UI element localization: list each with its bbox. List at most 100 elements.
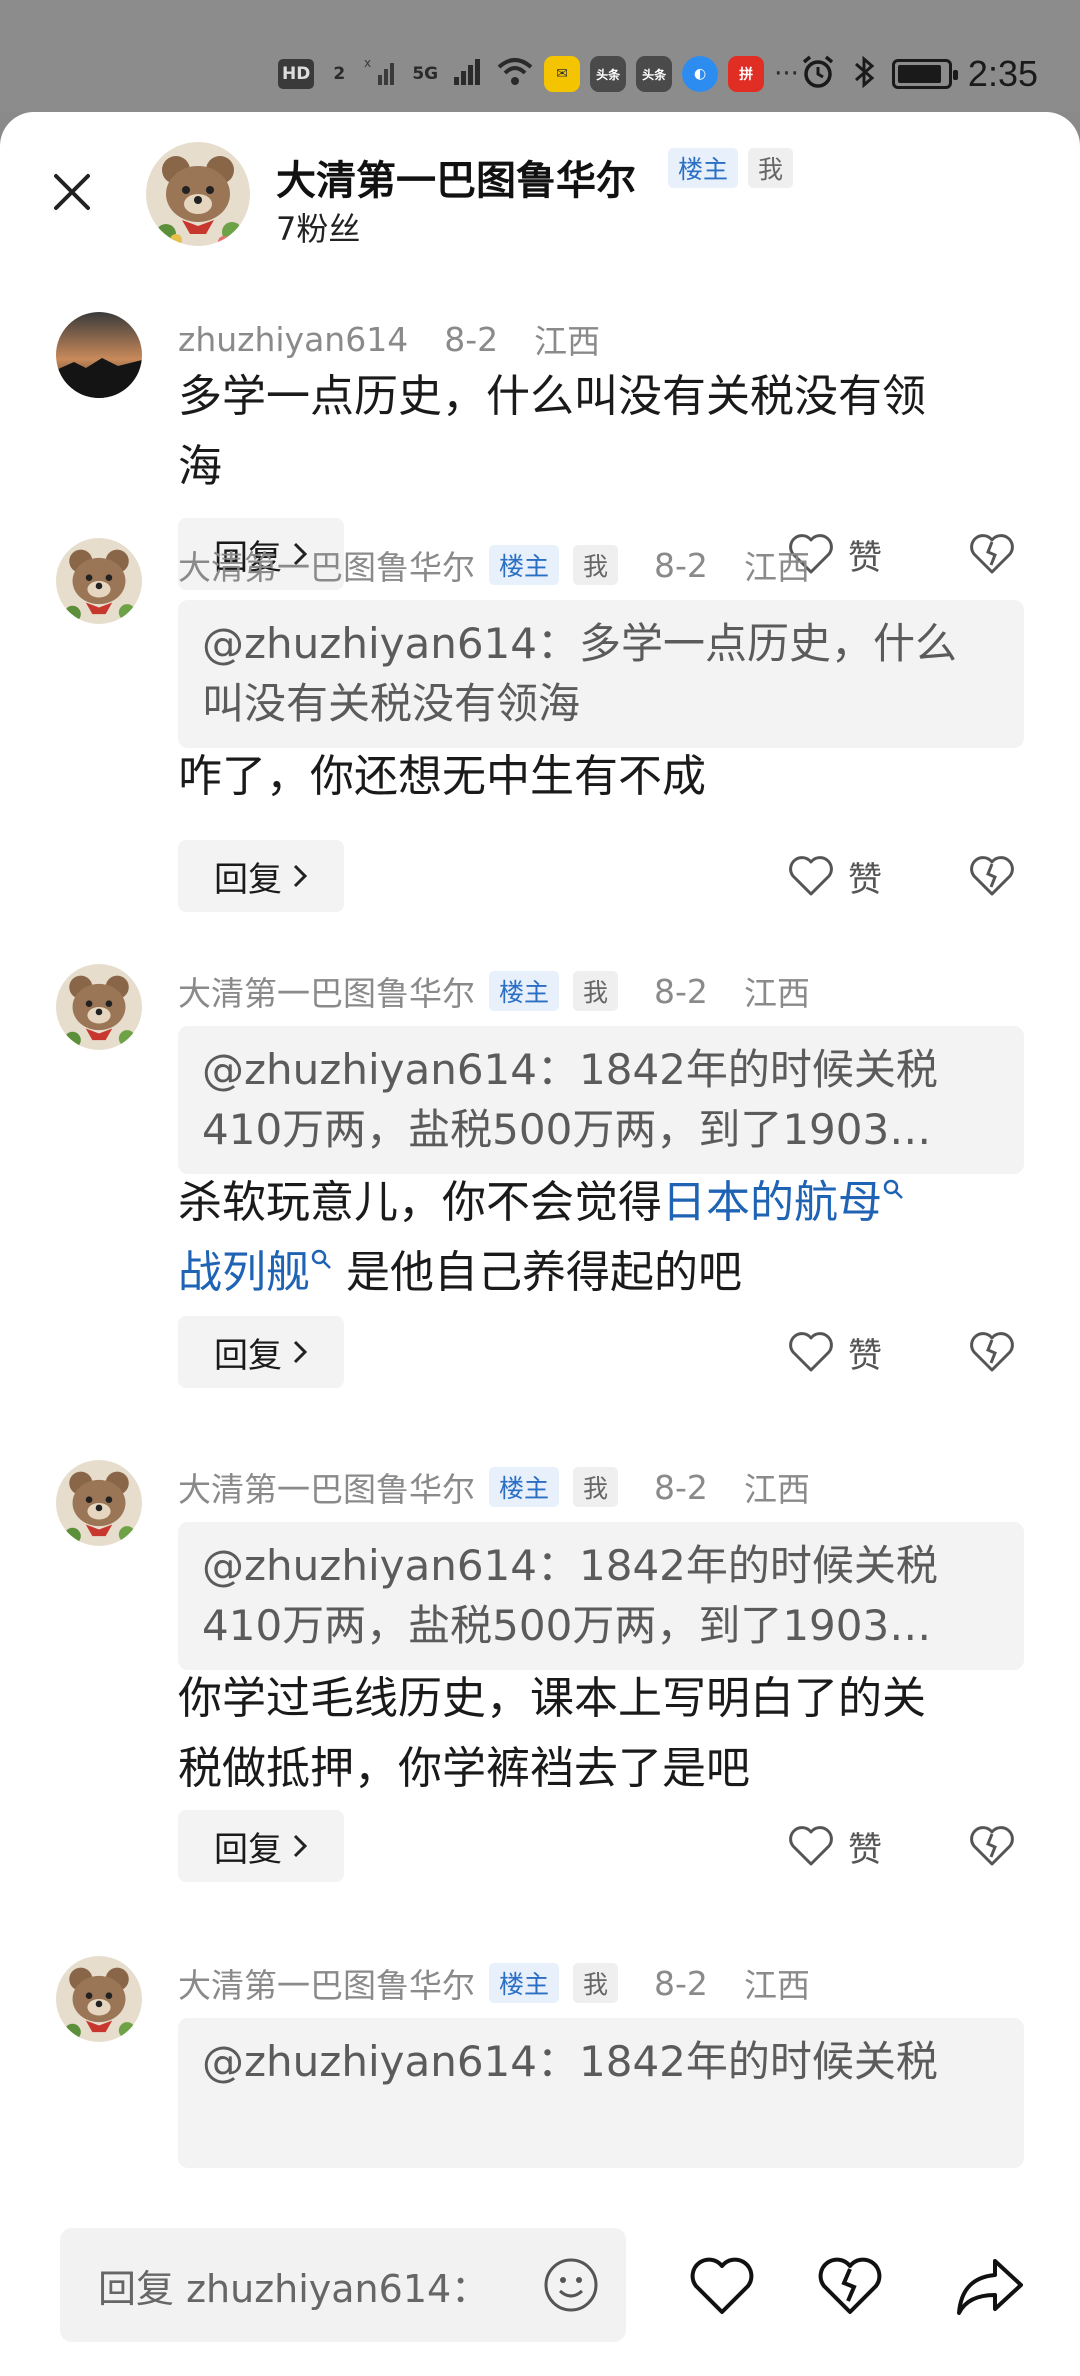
quote-line: 410万两，盐税500万两，到了1903… [202, 1105, 932, 1154]
commenter-avatar[interactable] [56, 312, 142, 398]
signal-x-icon: x [364, 55, 398, 93]
comment-location: 江西 [534, 322, 601, 361]
comment-meta: 大清第一巴图鲁华尔 楼主 我 8-2 江西 [178, 1960, 810, 2006]
clock: 2:35 [967, 53, 1038, 94]
emoji-icon [544, 2258, 598, 2312]
like-button[interactable]: 赞 [788, 846, 898, 906]
quote-line: @zhuzhiyan614：1842年的时候关税 [202, 1541, 938, 1590]
me-badge: 我 [573, 1467, 619, 1507]
owner-name[interactable]: 大清第一巴图鲁华尔 [276, 148, 636, 206]
reply-label: 回复 [214, 1335, 282, 1376]
sim-2-indicator: 2 [333, 64, 346, 84]
comment-author[interactable]: 大清第一巴图鲁华尔 [178, 967, 475, 1015]
reply-button[interactable]: 回复 [178, 1810, 344, 1882]
comment-location: 江西 [743, 548, 810, 587]
comment-meta: 大清第一巴图鲁华尔 楼主 我 8-2 江西 [178, 1464, 810, 1510]
reply-button[interactable]: 回复 [178, 840, 344, 912]
chevron-right-icon [293, 1834, 308, 1858]
comment-text: 杀软玩意儿，你不会觉得日本的航母战列舰 是他自己养得起的吧 [178, 1168, 1024, 1308]
owner-avatar[interactable] [146, 142, 250, 246]
search-icon [311, 1249, 331, 1269]
emoji-button[interactable] [538, 2252, 604, 2318]
quoted-comment[interactable]: @zhuzhiyan614：多学一点历史，什么 叫没有关税没有领海 [178, 600, 1024, 748]
me-badge: 我 [573, 971, 619, 1011]
battery-icon [891, 59, 958, 89]
5g-indicator: 5G [412, 64, 439, 84]
dislike-button[interactable] [966, 1816, 1018, 1876]
comment-date: 8-2 [654, 545, 708, 585]
quote-line: @zhuzhiyan614：1842年的时候关税 [202, 1045, 938, 1094]
bear-avatar-icon [56, 538, 142, 624]
comment-item: 大清第一巴图鲁华尔 楼主 我 8-2 江西 @zhuzhiyan614：1842… [0, 1460, 1080, 1882]
reply-label: 回复 [214, 859, 282, 900]
close-icon [54, 174, 90, 210]
bear-avatar-icon [56, 1460, 142, 1546]
comment-item: 大清第一巴图鲁华尔 楼主 我 8-2 江西 @zhuzhiyan614：多学一点… [0, 538, 1080, 912]
comment-text-line: 多学一点历史，什么叫没有关税没有领 [178, 371, 926, 422]
share-button[interactable] [950, 2246, 1030, 2326]
comment-author[interactable]: 大清第一巴图鲁华尔 [178, 541, 475, 589]
chevron-right-icon [293, 1340, 308, 1364]
comment-text-segment: 是他自己养得起的吧 [346, 1247, 742, 1298]
comment-author[interactable]: zhuzhiyan614 [178, 320, 408, 359]
comment-text-segment: 杀软玩意儿，你不会觉得 [178, 1177, 662, 1228]
like-post-button[interactable] [682, 2246, 762, 2326]
comment-item: 大清第一巴图鲁华尔 楼主 我 8-2 江西 @zhuzhiyan614：1842… [0, 964, 1080, 1388]
comment-text: 你学过毛线历史，课本上写明白了的关 税做抵押，你学裤裆去了是吧 [178, 1664, 1024, 1804]
search-link[interactable]: 日本的航母 [662, 1177, 882, 1228]
comment-meta: 大清第一巴图鲁华尔 楼主 我 8-2 江西 [178, 968, 810, 1014]
close-button[interactable] [44, 164, 100, 220]
search-link[interactable]: 战列舰 [178, 1247, 310, 1298]
like-label: 赞 [848, 1335, 882, 1376]
dislike-button[interactable] [966, 846, 1018, 906]
comment-meta: 大清第一巴图鲁华尔 楼主 我 8-2 江西 [178, 542, 810, 588]
commenter-avatar[interactable] [56, 538, 142, 624]
reply-input-placeholder: 回复 zhuzhiyan614： [98, 2266, 490, 2311]
reply-button[interactable]: 回复 [178, 1316, 344, 1388]
comment-text: 多学一点历史，什么叫没有关税没有领 海 [178, 362, 1024, 502]
svg-text:x: x [364, 56, 371, 70]
comment-location: 江西 [743, 1470, 810, 1509]
quoted-comment[interactable]: @zhuzhiyan614：1842年的时候关税 410万两，盐税500万两，到… [178, 1026, 1024, 1174]
share-icon [957, 2259, 1023, 2315]
host-badge: 楼主 [489, 545, 560, 585]
fans-count: 7粉丝 [276, 210, 361, 248]
browser-icon: ◐ [682, 56, 719, 92]
commenter-avatar[interactable] [56, 964, 142, 1050]
status-left: HD 2 x 5G ✉ 头条 头条 ◐ 拼 ··· [278, 52, 799, 96]
comment-text-line: 税做抵押，你学裤裆去了是吧 [178, 1743, 750, 1794]
owner-badges: 楼主 我 [668, 148, 794, 188]
thread-header: 大清第一巴图鲁华尔 楼主 我 7粉丝 [0, 112, 1080, 262]
host-badge: 楼主 [668, 148, 739, 188]
comment-author[interactable]: 大清第一巴图鲁华尔 [178, 1959, 475, 2007]
like-button[interactable]: 赞 [788, 1816, 898, 1876]
hd-indicator: HD [278, 59, 315, 89]
dislike-post-button[interactable] [810, 2246, 890, 2326]
comment-location: 江西 [743, 1966, 810, 2005]
bluetooth-icon [852, 54, 876, 94]
comment-text: 咋了，你还想无中生有不成 [178, 742, 1024, 812]
mail-icon: ✉ [544, 56, 581, 92]
commenter-avatar[interactable] [56, 1460, 142, 1546]
like-button[interactable]: 赞 [788, 1322, 898, 1382]
alarm-icon [800, 54, 836, 94]
quote-line: 叫没有关税没有领海 [202, 679, 581, 728]
heart-outline-icon [690, 2257, 754, 2314]
toutiao-icon: 头条 [590, 56, 627, 92]
comment-text-line: 咋了，你还想无中生有不成 [178, 751, 706, 802]
quote-line: @zhuzhiyan614：1842年的时候关税 [202, 2037, 938, 2086]
toutiao-icon: 头条 [636, 56, 673, 92]
me-badge: 我 [573, 1963, 619, 2003]
comment-author[interactable]: 大清第一巴图鲁华尔 [178, 1463, 475, 1511]
like-label: 赞 [848, 859, 882, 900]
quoted-comment[interactable]: @zhuzhiyan614：1842年的时候关税 410万两，盐税500万两，到… [178, 1522, 1024, 1670]
bear-avatar-icon [56, 1956, 142, 2042]
status-bar: HD 2 x 5G ✉ 头条 头条 ◐ 拼 ··· 2:35 [0, 0, 1080, 112]
heart-outline-icon [789, 1332, 833, 1372]
search-icon [883, 1179, 903, 1199]
dislike-button[interactable] [966, 1322, 1018, 1382]
quoted-comment[interactable]: @zhuzhiyan614：1842年的时候关税 [178, 2018, 1024, 2168]
bottom-action-bar: 回复 zhuzhiyan614： [0, 2212, 1080, 2376]
quote-line: @zhuzhiyan614：多学一点历史，什么 [202, 619, 957, 668]
commenter-avatar[interactable] [56, 1956, 142, 2042]
